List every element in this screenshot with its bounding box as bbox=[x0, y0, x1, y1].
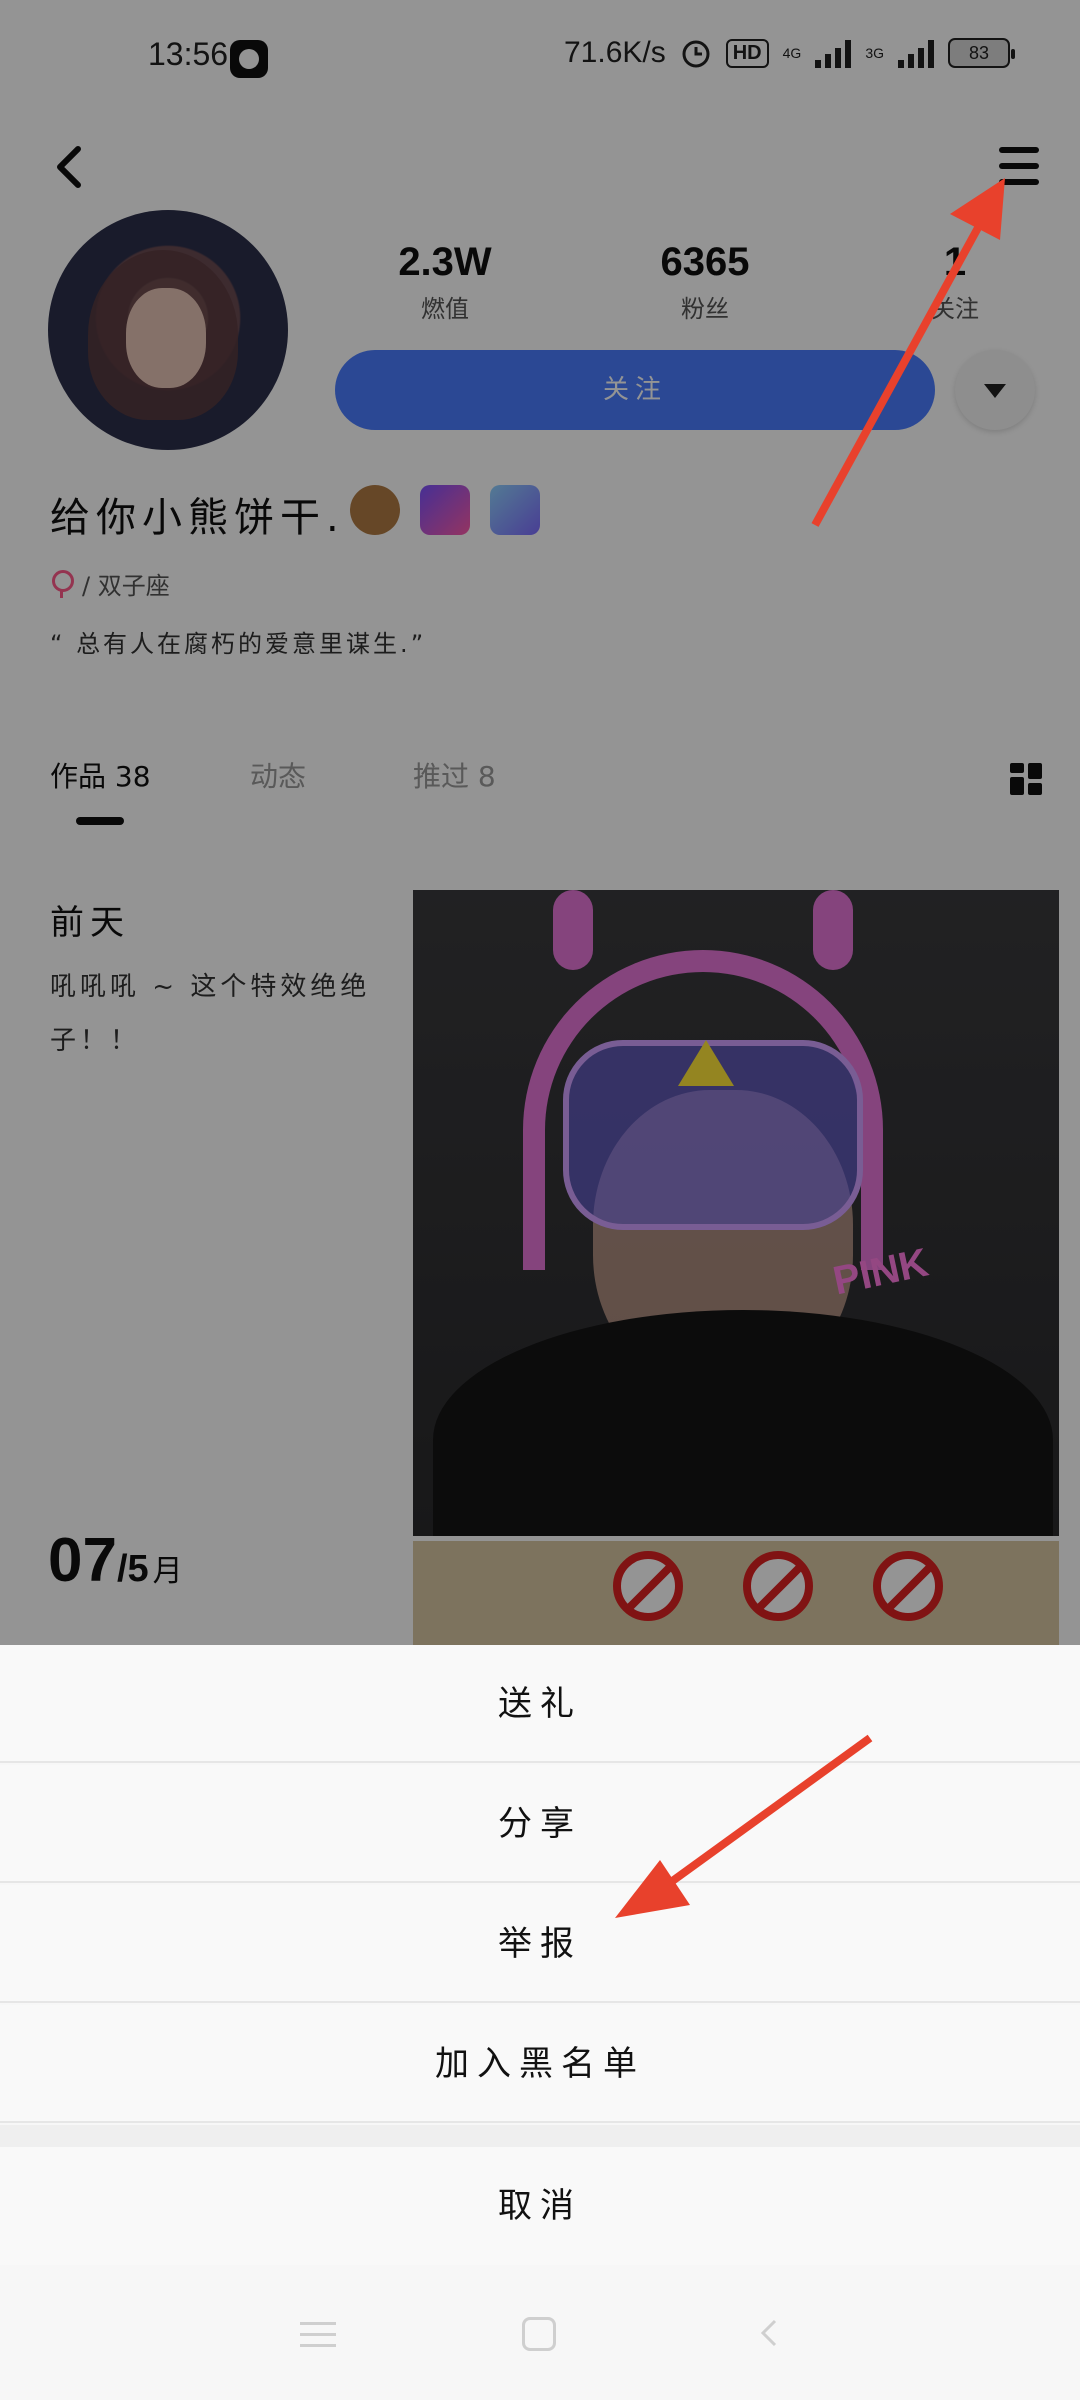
cancel-button[interactable]: 取消 bbox=[0, 2147, 1080, 2265]
send-gift-option[interactable]: 送礼 bbox=[0, 1645, 1080, 1763]
report-option[interactable]: 举报 bbox=[0, 1885, 1080, 2003]
share-option[interactable]: 分享 bbox=[0, 1765, 1080, 1883]
system-nav-bar bbox=[0, 2280, 1080, 2400]
nav-back-icon[interactable] bbox=[755, 2318, 785, 2348]
blacklist-option[interactable]: 加入黑名单 bbox=[0, 2005, 1080, 2123]
home-icon[interactable] bbox=[522, 2317, 556, 2351]
recents-icon[interactable] bbox=[300, 2320, 336, 2350]
dim-overlay[interactable] bbox=[0, 0, 1080, 1645]
